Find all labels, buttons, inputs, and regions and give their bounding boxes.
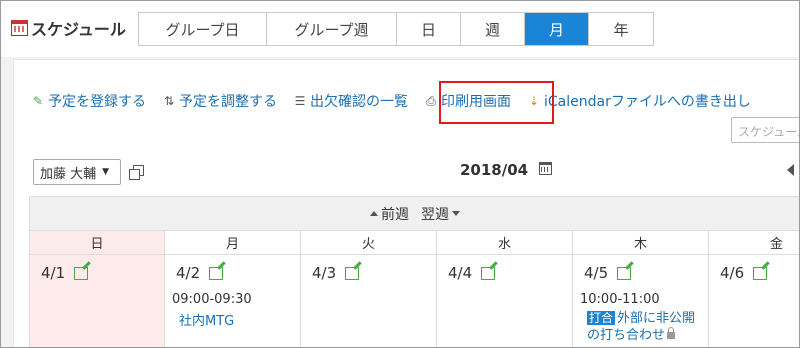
calendar-icon	[11, 20, 28, 36]
export-icalendar-label: iCalendarファイルへの書き出し	[544, 94, 751, 110]
day-number: 4/6	[720, 264, 768, 282]
day-cell[interactable]: 4/6	[709, 255, 799, 347]
event-link[interactable]: 社内MTG	[179, 310, 234, 329]
register-schedule-link[interactable]: ✎ 予定を登録する	[31, 91, 146, 111]
export-icalendar-link[interactable]: ⇣ iCalendarファイルへの書き出し	[527, 91, 751, 111]
add-event-icon[interactable]	[209, 266, 224, 280]
week-row: 4/1 4/2 09:00-09:30 社内MTG 4/3 4/4 4/5 10…	[29, 255, 799, 347]
event-time: 09:00-09:30	[172, 292, 252, 307]
action-toolbar: ✎ 予定を登録する ⇅ 予定を調整する ☰ 出欠確認の一覧 ⎙ 印刷用画面 ⇣ …	[31, 89, 767, 113]
print-highlight-box	[439, 81, 554, 124]
weekday-fri: 金	[709, 230, 799, 255]
event-badge: 打合	[587, 311, 616, 325]
tab-year[interactable]: 年	[589, 13, 653, 45]
schedule-search-input[interactable]: スケジュール名	[731, 117, 799, 143]
triangle-up-icon	[370, 211, 378, 216]
day-cell[interactable]: 4/3	[301, 255, 437, 347]
lock-icon	[667, 327, 676, 339]
weekday-tue: 火	[301, 230, 437, 255]
prev-week-button[interactable]: 前週	[370, 204, 409, 224]
day-number: 4/5	[584, 264, 632, 282]
view-tabs: グループ日 グループ週 日 週 月 年	[138, 12, 654, 46]
app-title-text: スケジュール	[31, 20, 126, 39]
app-window: スケジュール グループ日 グループ週 日 週 月 年 ✎ 予定を登録する ⇅ 予…	[0, 0, 800, 348]
weekday-thu: 木	[573, 230, 709, 255]
weekday-header-row: 日 月 火 水 木 金	[29, 230, 799, 255]
printer-icon: ⎙	[426, 93, 436, 108]
add-event-icon[interactable]	[345, 266, 360, 280]
list-icon: ☰	[294, 94, 306, 108]
date-picker-icon[interactable]	[539, 162, 552, 175]
month-label: 2018/04	[460, 161, 529, 179]
swap-arrows-icon: ⇅	[163, 94, 175, 108]
day-number: 4/4	[448, 264, 496, 282]
prev-month-icon[interactable]	[787, 164, 794, 176]
add-event-icon[interactable]	[74, 266, 89, 280]
tab-month[interactable]: 月	[525, 13, 589, 45]
day-number: 4/2	[176, 264, 224, 282]
day-date: 4/2	[176, 264, 201, 282]
day-cell[interactable]: 4/4	[437, 255, 573, 347]
attendance-list-link[interactable]: ☰ 出欠確認の一覧	[293, 91, 408, 111]
edit-icon: ✎	[32, 94, 44, 108]
day-date: 4/6	[720, 264, 745, 282]
triangle-down-icon	[452, 211, 460, 216]
user-select[interactable]: 加藤 大輔 ▼	[33, 159, 121, 185]
day-date: 4/3	[312, 264, 337, 282]
tab-day[interactable]: 日	[397, 13, 461, 45]
next-week-label: 翌週	[421, 206, 449, 223]
content-gutter	[1, 57, 13, 347]
event-link[interactable]: 打合 外部に非公開の打ち合わせ	[587, 310, 707, 344]
day-number: 4/1	[41, 264, 89, 282]
popup-window-icon[interactable]	[129, 165, 144, 180]
day-cell[interactable]: 4/5 10:00-11:00 打合 外部に非公開の打ち合わせ	[573, 255, 709, 347]
tab-week[interactable]: 週	[461, 13, 525, 45]
next-week-button[interactable]: 翌週	[421, 204, 460, 224]
chevron-down-icon: ▼	[102, 167, 110, 177]
adjust-schedule-link[interactable]: ⇅ 予定を調整する	[162, 91, 277, 111]
tab-group-week[interactable]: グループ週	[267, 13, 397, 45]
weekday-wed: 水	[437, 230, 573, 255]
app-title: スケジュール	[11, 16, 126, 40]
add-event-icon[interactable]	[617, 266, 632, 280]
weekday-mon: 月	[165, 230, 301, 255]
tab-group-day[interactable]: グループ日	[139, 13, 267, 45]
day-date: 4/5	[584, 264, 609, 282]
day-number: 4/3	[312, 264, 360, 282]
add-event-icon[interactable]	[753, 266, 768, 280]
prev-week-label: 前週	[381, 206, 409, 223]
add-event-icon[interactable]	[481, 266, 496, 280]
event-time: 10:00-11:00	[580, 292, 660, 307]
week-nav-bar: 前週 翌週	[29, 196, 799, 230]
day-date: 4/4	[448, 264, 473, 282]
attendance-list-label: 出欠確認の一覧	[310, 94, 408, 110]
day-cell[interactable]: 4/1	[29, 255, 165, 347]
adjust-schedule-label: 予定を調整する	[179, 94, 277, 110]
weekday-sun: 日	[29, 230, 165, 255]
register-schedule-label: 予定を登録する	[48, 94, 146, 110]
app-header: スケジュール グループ日 グループ週 日 週 月 年	[1, 1, 799, 57]
day-date: 4/1	[41, 264, 66, 282]
user-select-value: 加藤 大輔	[40, 166, 97, 182]
day-cell[interactable]: 4/2 09:00-09:30 社内MTG	[165, 255, 301, 347]
